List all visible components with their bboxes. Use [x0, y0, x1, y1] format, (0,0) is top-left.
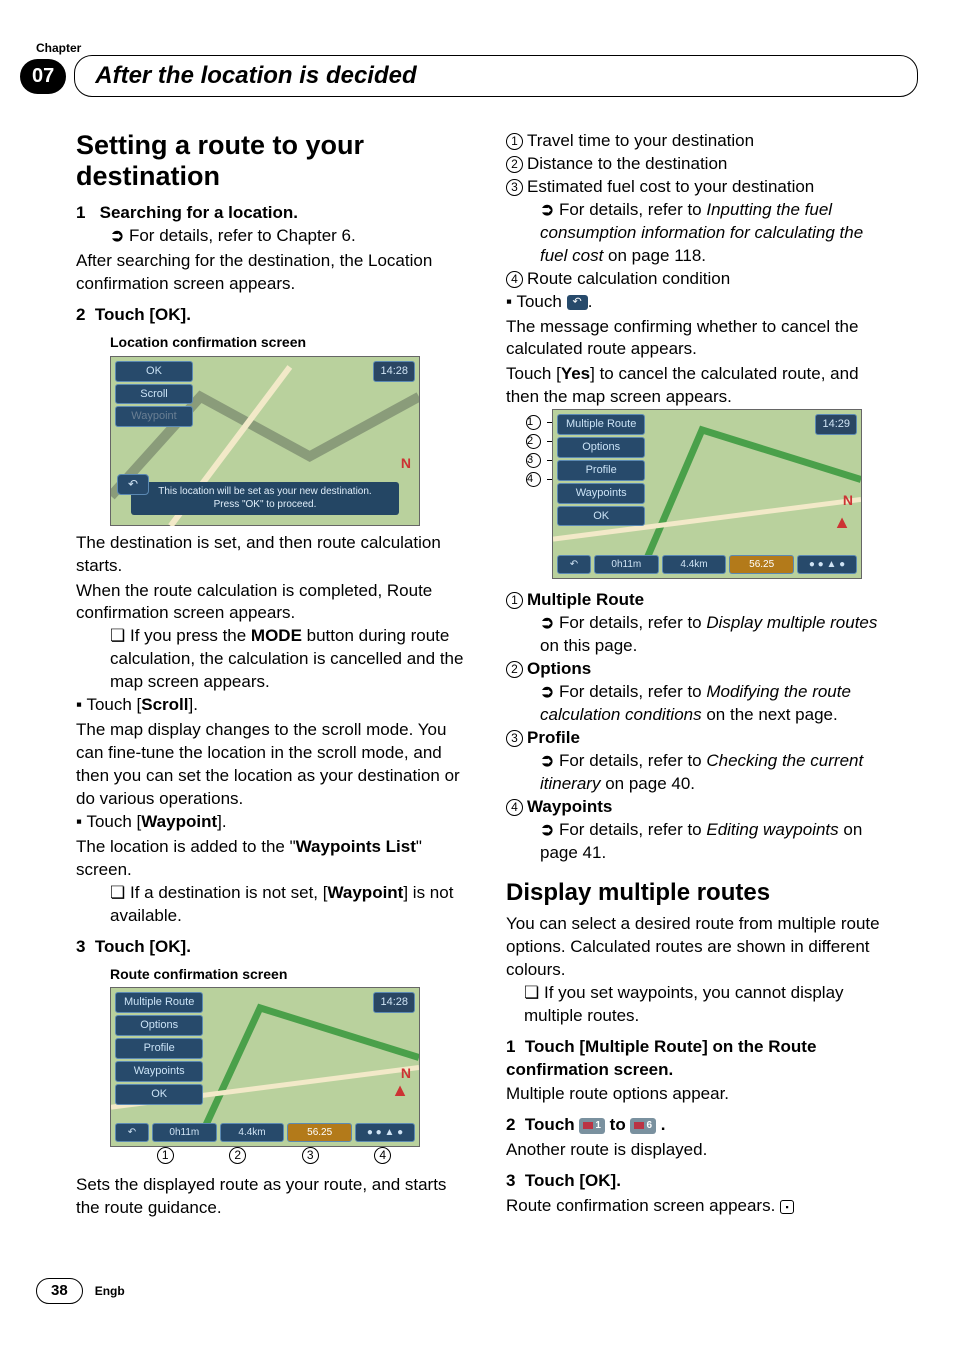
map-back-button[interactable]: ↶: [115, 1123, 149, 1143]
step2-mode-note: If you press the MODE button during rout…: [110, 625, 464, 694]
left-column: Setting a route to your destination 1 Se…: [76, 130, 464, 1220]
position-marker-icon: ▲: [391, 1078, 409, 1102]
step-2: 2 Touch [OK].: [76, 304, 464, 327]
info-distance: 4.4km: [662, 555, 727, 575]
map-waypoint-button[interactable]: Waypoint: [115, 406, 193, 427]
def-4: 4Waypoints: [506, 796, 894, 819]
display-multiple-routes-heading: Display multiple routes: [506, 877, 894, 909]
right-column: 1Travel time to your destination 2Distan…: [506, 130, 894, 1220]
section-end-icon: ▪: [780, 1200, 794, 1214]
map-time: 14:28: [373, 361, 415, 382]
dmr-body: You can select a desired route from mult…: [506, 913, 894, 982]
chapter-title-wrap: After the location is decided: [74, 55, 918, 97]
step-num: 1: [76, 203, 85, 222]
step2-body2: When the route calculation is completed,…: [76, 580, 464, 626]
step-title: Searching for a location.: [100, 203, 298, 222]
map-ok-button[interactable]: OK: [115, 361, 193, 382]
map-options-button[interactable]: Options: [557, 437, 645, 458]
step1-ref: For details, refer to Chapter 6.: [110, 225, 464, 248]
dmr-step1-body: Multiple route options appear.: [506, 1083, 894, 1106]
back-body2: Touch [Yes] to cancel the calculated rou…: [506, 363, 894, 409]
info-fuel: 56.25: [729, 555, 794, 575]
footer: 38 Engb: [36, 1278, 125, 1304]
map-ok-button[interactable]: OK: [557, 506, 645, 527]
def-1: 1Multiple Route: [506, 589, 894, 612]
map-ok-button[interactable]: OK: [115, 1084, 203, 1105]
section-heading: Setting a route to your destination: [76, 130, 464, 192]
dmr-note: If you set waypoints, you cannot display…: [524, 982, 894, 1028]
map-profile-button[interactable]: Profile: [115, 1038, 203, 1059]
def-3: 3Profile: [506, 727, 894, 750]
def-2-ref: For details, refer to Modifying the rout…: [540, 681, 894, 727]
route-6-icon: 6: [630, 1118, 656, 1134]
dmr-step2: 2 Touch 1 to 6 .: [506, 1114, 894, 1137]
chapter-title: After the location is decided: [95, 60, 416, 92]
step-1: 1 Searching for a location.: [76, 202, 464, 225]
waypoint-body: The location is added to the "Waypoints …: [76, 836, 464, 882]
map-options-button[interactable]: Options: [115, 1015, 203, 1036]
info-time: 0h11m: [152, 1123, 217, 1143]
touch-waypoint: Touch [Waypoint].: [76, 811, 464, 834]
dmr-step1: 1 Touch [Multiple Route] on the Route co…: [506, 1036, 894, 1082]
map-waypoints-button[interactable]: Waypoints: [557, 483, 645, 504]
map-waypoints-button[interactable]: Waypoints: [115, 1061, 203, 1082]
back-body1: The message confirming whether to cancel…: [506, 316, 894, 362]
step-3: 3 Touch [OK].: [76, 936, 464, 959]
page-number: 38: [36, 1278, 83, 1304]
map-back-button[interactable]: ↶: [557, 555, 591, 575]
back-icon: ↶: [567, 295, 588, 310]
info-time: 0h11m: [594, 555, 659, 575]
info-fuel: 56.25: [287, 1123, 352, 1143]
list-item-3: 3Estimated fuel cost to your destination: [506, 176, 894, 199]
list-item-2: 2Distance to the destination: [506, 153, 894, 176]
route-confirmation-screenshot: Multiple Route Options Profile Waypoints…: [110, 987, 420, 1147]
def-1-ref: For details, refer to Display multiple r…: [540, 612, 894, 658]
list-item-1: 1Travel time to your destination: [506, 130, 894, 153]
map-time: 14:29: [815, 414, 857, 435]
touch-scroll: Touch [Scroll].: [76, 694, 464, 717]
chapter-header: 07 After the location is decided: [20, 56, 918, 96]
map-multiple-route-button[interactable]: Multiple Route: [115, 992, 203, 1013]
dmr-step3: 3 Touch [OK].: [506, 1170, 894, 1193]
compass-icon: N: [843, 491, 853, 510]
info-condition: ● ● ▲ ●: [355, 1123, 415, 1143]
side-callouts: 1 2 3 4: [526, 415, 555, 487]
compass-icon: N: [401, 454, 411, 473]
def-4-ref: For details, refer to Editing waypoints …: [540, 819, 894, 865]
map-multiple-route-button[interactable]: Multiple Route: [557, 414, 645, 435]
lang-code: Engb: [95, 1283, 125, 1299]
route-map2-wrap: 1 2 3 4 Multiple Route Options Profile W…: [552, 409, 862, 579]
map-banner: This location will be set as your new de…: [131, 482, 399, 515]
map-scroll-button[interactable]: Scroll: [115, 384, 193, 405]
location-confirmation-screenshot: OK Scroll Waypoint 14:28 N This location…: [110, 356, 420, 526]
touch-back: Touch ↶.: [506, 291, 894, 314]
dmr-step3-body: Route confirmation screen appears. ▪: [506, 1195, 894, 1218]
info-distance: 4.4km: [220, 1123, 285, 1143]
route-confirmation-screenshot-2: Multiple Route Options Profile Waypoints…: [552, 409, 862, 579]
step1-body: After searching for the destination, the…: [76, 250, 464, 296]
chapter-label: Chapter: [36, 40, 81, 56]
route-confirm-caption: Route confirmation screen: [110, 965, 464, 984]
route-1-icon: 1: [579, 1118, 605, 1134]
scroll-body: The map display changes to the scroll mo…: [76, 719, 464, 811]
map-back-button[interactable]: ↶: [117, 474, 149, 494]
def-2: 2Options: [506, 658, 894, 681]
info-condition: ● ● ▲ ●: [797, 555, 857, 575]
position-marker-icon: ▲: [833, 510, 851, 534]
callout-numbers: 1 2 3 4: [131, 1147, 421, 1164]
dmr-step2-body: Another route is displayed.: [506, 1139, 894, 1162]
map-time: 14:28: [373, 992, 415, 1013]
chapter-number-pill: 07: [20, 59, 66, 94]
list-item-4: 4Route calculation condition: [506, 268, 894, 291]
def-3-ref: For details, refer to Checking the curre…: [540, 750, 894, 796]
step3-body: Sets the displayed route as your route, …: [76, 1174, 464, 1220]
loc-confirm-caption: Location confirmation screen: [110, 333, 464, 352]
step2-body1: The destination is set, and then route c…: [76, 532, 464, 578]
waypoint-note: If a destination is not set, [Waypoint] …: [110, 882, 464, 928]
list-item-3-ref: For details, refer to Inputting the fuel…: [540, 199, 894, 268]
map-profile-button[interactable]: Profile: [557, 460, 645, 481]
